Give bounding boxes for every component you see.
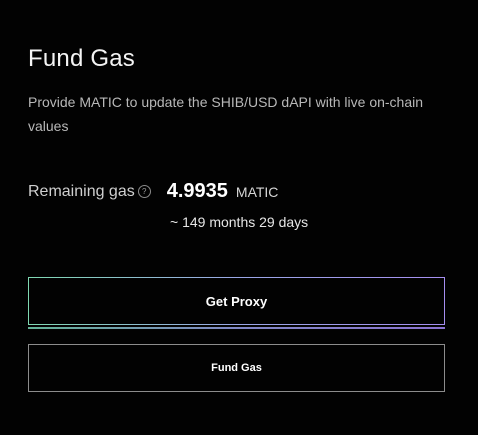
get-proxy-button[interactable]: Get Proxy bbox=[28, 277, 445, 325]
panel-description: Provide MATIC to update the SHIB/USD dAP… bbox=[28, 94, 424, 134]
remaining-gas-amount: 4.9935 bbox=[166, 179, 228, 202]
get-proxy-button-underline bbox=[28, 327, 445, 329]
remaining-gas-row: Remaining gas ? 4.9935 MATIC bbox=[28, 178, 278, 206]
fund-gas-button[interactable]: Fund Gas bbox=[28, 344, 445, 392]
panel-title: Fund Gas bbox=[28, 45, 135, 72]
remaining-gas-unit: MATIC bbox=[235, 184, 279, 200]
fund-gas-panel: Fund Gas Provide MATIC to update the SHI… bbox=[0, 0, 478, 435]
remaining-gas-label: Remaining gas bbox=[28, 183, 135, 200]
remaining-gas-duration: ~ 149 months 29 days bbox=[170, 214, 309, 230]
info-circle-icon[interactable]: ? bbox=[137, 184, 151, 198]
